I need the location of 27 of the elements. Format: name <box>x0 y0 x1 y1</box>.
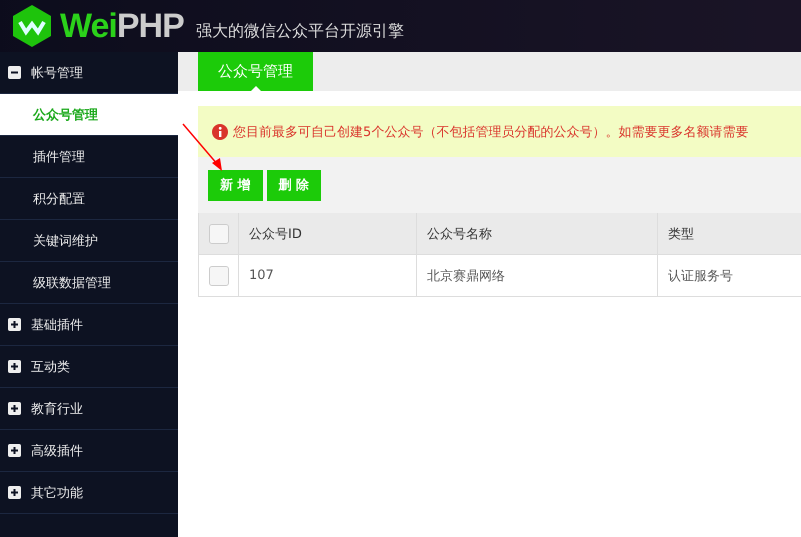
column-header: 公众号ID <box>239 213 417 255</box>
sidebar-item[interactable]: 积分配置 <box>0 178 178 220</box>
sidebar-group[interactable]: 基础插件 <box>0 304 178 346</box>
row-checkbox[interactable] <box>208 266 228 286</box>
plus-icon <box>8 486 21 499</box>
plus-icon <box>8 318 21 331</box>
table-cell: 107 <box>239 255 417 297</box>
sidebar-item[interactable]: 级联数据管理 <box>0 262 178 304</box>
logo-icon <box>10 4 54 48</box>
slogan: 强大的微信公众平台开源引擎 <box>196 20 404 42</box>
plus-icon <box>8 402 21 415</box>
plus-icon <box>8 444 21 457</box>
minus-icon <box>8 66 21 79</box>
info-icon <box>212 124 228 140</box>
sidebar-group[interactable]: 其它功能 <box>0 472 178 514</box>
select-all-checkbox[interactable] <box>208 224 228 244</box>
table-cell: 北京赛鼎网络 <box>417 255 658 297</box>
sidebar-group[interactable]: 高级插件 <box>0 430 178 472</box>
sidebar-item[interactable]: 插件管理 <box>0 136 178 178</box>
sidebar-group[interactable]: 教育行业 <box>0 388 178 430</box>
column-header: 类型 <box>658 213 801 255</box>
sidebar-group[interactable]: 互动类 <box>0 346 178 388</box>
sidebar-item[interactable]: 关键词维护 <box>0 220 178 262</box>
notice-text: 您目前最多可自己创建5个公众号（不包括管理员分配的公众号）。如需要更多名额请需要 <box>233 124 748 140</box>
plus-icon <box>8 360 21 373</box>
logo-text: WeiPHP <box>60 6 184 46</box>
column-header: 公众号名称 <box>417 213 658 255</box>
